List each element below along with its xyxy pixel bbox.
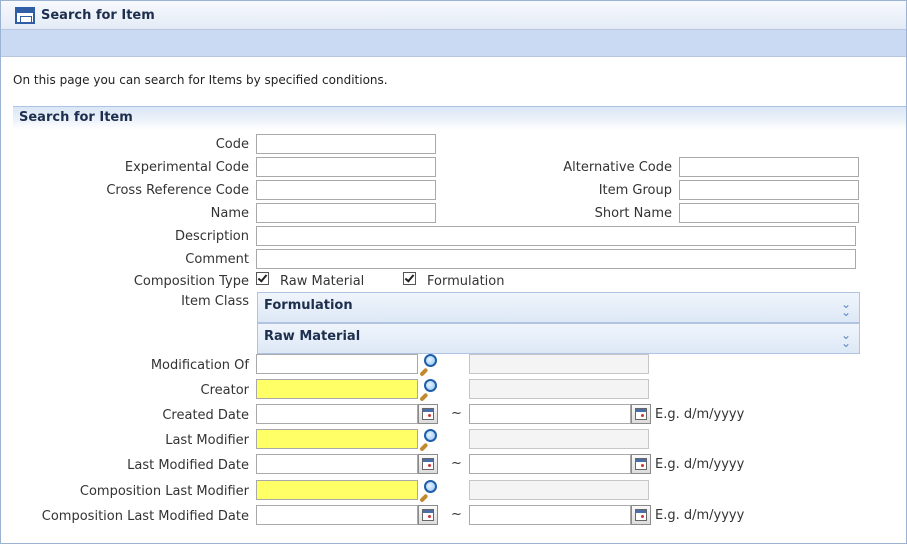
calendar-icon [422,458,434,470]
panel-title: Search for Item [19,110,133,125]
description-input[interactable] [256,226,856,246]
alternative-code-input[interactable] [679,157,859,177]
double-chevron-down-icon: ⌄ ⌄ [840,297,851,319]
magnifier-icon [424,429,437,442]
last-modifier-input[interactable] [256,429,418,449]
experimental-code-label: Experimental Code [124,160,249,175]
title-bar: Search for Item [1,1,906,30]
last-modified-date-from-input[interactable] [256,454,418,474]
created-date-to-calendar-button[interactable] [631,404,651,424]
code-label: Code [215,137,249,152]
created-date-label: Created Date [162,408,249,423]
item-group-input[interactable] [679,180,859,200]
calendar-icon [422,408,434,420]
calendar-icon [635,458,647,470]
composition-last-modifier-label: Composition Last Modifier [79,484,249,499]
item-class-label: Item Class [181,294,249,309]
cross-reference-code-input[interactable] [256,180,436,200]
cross-reference-code-label: Cross Reference Code [106,183,249,198]
creator-lookup-button[interactable] [417,378,439,402]
creator-label: Creator [200,383,250,398]
creator-display [469,379,649,399]
creator-input[interactable] [256,379,418,399]
modification-of-label: Modification Of [150,358,249,373]
item-class-formulation-section[interactable]: Formulation ⌄ ⌄ [257,292,860,323]
date-format-hint: E.g. d/m/yyyy [655,508,745,523]
check-icon [404,272,415,283]
modification-of-input[interactable] [256,354,418,374]
toolbar-strip [1,30,906,57]
panel-header: Search for Item [13,106,906,130]
name-input[interactable] [256,203,436,223]
experimental-code-input[interactable] [256,157,436,177]
created-date-from-calendar-button[interactable] [418,404,438,424]
composition-type-label: Composition Type [133,274,249,289]
composition-last-modifier-lookup-button[interactable] [417,479,439,503]
alternative-code-label: Alternative Code [563,160,672,175]
window-icon [15,7,35,24]
last-modified-date-to-calendar-button[interactable] [631,454,651,474]
magnifier-icon [424,354,437,367]
range-separator: ~ [451,507,462,522]
calendar-icon [635,509,647,521]
calendar-icon [635,408,647,420]
last-modified-date-label: Last Modified Date [127,458,249,473]
intro-text: On this page you can search for Items by… [13,73,388,87]
magnifier-icon [424,379,437,392]
check-icon [257,272,268,283]
calendar-icon [422,509,434,521]
last-modifier-display [469,429,649,449]
modification-of-display [469,354,649,374]
date-format-hint: E.g. d/m/yyyy [655,407,745,422]
item-group-label: Item Group [598,183,672,198]
section-title: Raw Material [264,329,361,344]
composition-last-modified-date-from-calendar-button[interactable] [418,505,438,525]
composition-last-modified-date-from-input[interactable] [256,505,418,525]
last-modified-date-from-calendar-button[interactable] [418,454,438,474]
section-title: Formulation [264,298,353,313]
range-separator: ~ [451,406,462,421]
composition-last-modified-date-to-input[interactable] [469,505,631,525]
last-modified-date-to-input[interactable] [469,454,631,474]
created-date-to-input[interactable] [469,404,631,424]
comment-input[interactable] [256,249,856,269]
double-chevron-down-icon: ⌄ ⌄ [840,328,851,350]
raw-material-checkbox-label: Raw Material [280,274,365,289]
formulation-checkbox[interactable] [403,272,416,285]
modification-of-lookup-button[interactable] [417,353,439,377]
formulation-checkbox-label: Formulation [427,274,505,289]
description-label: Description [174,229,249,244]
composition-last-modifier-display [469,480,649,500]
short-name-input[interactable] [679,203,859,223]
code-input[interactable] [256,134,436,154]
last-modifier-lookup-button[interactable] [417,428,439,452]
item-class-raw-material-section[interactable]: Raw Material ⌄ ⌄ [257,323,860,354]
page-title: Search for Item [41,8,155,23]
composition-last-modified-date-to-calendar-button[interactable] [631,505,651,525]
magnifier-icon [424,480,437,493]
range-separator: ~ [451,456,462,471]
last-modifier-label: Last Modifier [165,433,249,448]
composition-last-modified-date-label: Composition Last Modified Date [41,509,249,524]
date-format-hint: E.g. d/m/yyyy [655,457,745,472]
created-date-from-input[interactable] [256,404,418,424]
composition-last-modifier-input[interactable] [256,480,418,500]
raw-material-checkbox[interactable] [256,272,269,285]
name-label: Name [210,206,249,221]
comment-label: Comment [185,252,249,267]
short-name-label: Short Name [594,206,672,221]
